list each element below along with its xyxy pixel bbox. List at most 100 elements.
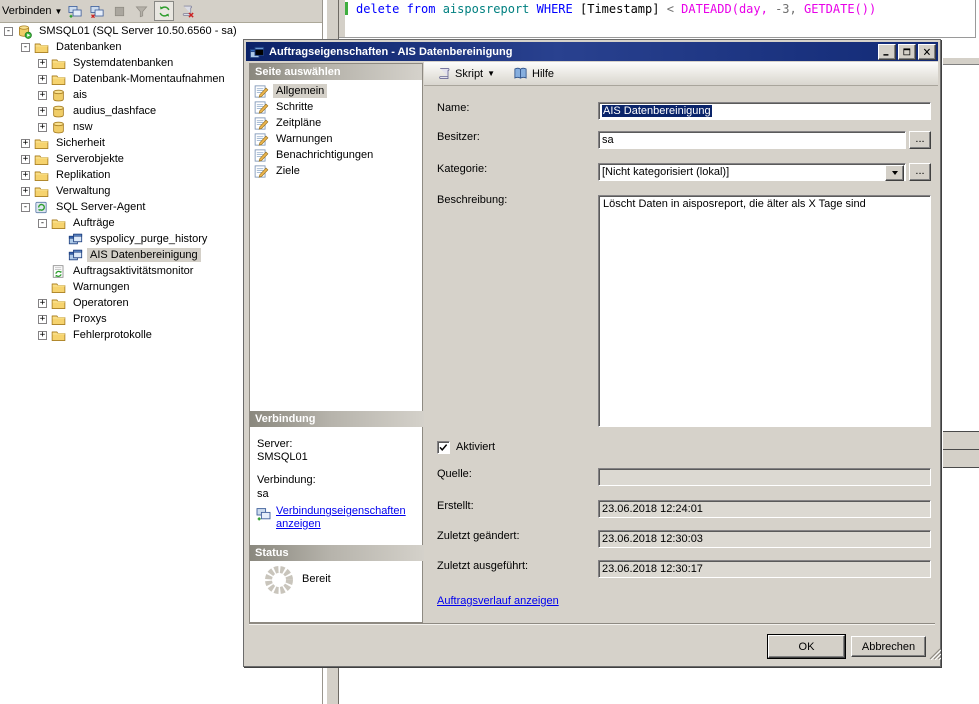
sql-token: [Timestamp] xyxy=(573,2,660,16)
folder-icon xyxy=(51,296,66,311)
expand-icon[interactable]: + xyxy=(38,123,47,132)
status-text: Bereit xyxy=(302,573,331,585)
expand-icon[interactable]: + xyxy=(38,91,47,100)
page-select-item[interactable]: Warnungen xyxy=(250,131,422,147)
page-select-item[interactable]: Benachrichtigungen xyxy=(250,147,422,163)
page-select-header: Seite auswählen xyxy=(250,64,422,80)
cancel-button[interactable]: Abbrechen xyxy=(851,636,926,657)
page-select-item[interactable]: Allgemein xyxy=(250,83,422,99)
page-select-label: Allgemein xyxy=(273,84,327,98)
filter-icon[interactable] xyxy=(132,2,150,20)
general-page-content: Name: AIS Datenbereinigung Besitzer: sa … xyxy=(424,86,938,623)
expand-icon[interactable]: + xyxy=(38,299,47,308)
category-browse-button[interactable]: ... xyxy=(909,163,931,181)
db-icon xyxy=(51,120,66,135)
sql-line[interactable]: delete from aisposreport WHERE [Timestam… xyxy=(356,2,876,16)
owner-field[interactable]: sa xyxy=(598,131,906,149)
page-select-label: Ziele xyxy=(273,164,303,178)
connect-label: Verbinden xyxy=(2,5,52,17)
maximize-button[interactable] xyxy=(898,44,916,60)
disconnect-server-icon[interactable] xyxy=(88,2,106,20)
folder-icon xyxy=(34,152,49,167)
tree-item[interactable]: -SMSQL01 (SQL Server 10.50.6560 - sa) xyxy=(0,23,321,39)
expand-icon[interactable]: + xyxy=(38,315,47,324)
category-combobox[interactable]: [Nicht kategorisiert (lokal)] xyxy=(598,163,906,181)
collapse-icon[interactable]: - xyxy=(38,219,47,228)
connect-dropdown-button[interactable]: Verbinden ▼ xyxy=(0,1,66,21)
help-button[interactable]: Hilfe xyxy=(509,64,558,84)
source-label: Quelle: xyxy=(437,468,472,480)
dialog-title: Auftragseigenschaften - AIS Datenbereini… xyxy=(269,46,512,58)
connect-server-icon[interactable] xyxy=(66,2,84,20)
scroll-icon xyxy=(436,66,451,81)
expand-icon[interactable]: + xyxy=(38,331,47,340)
expand-icon[interactable]: + xyxy=(38,59,47,68)
page-select-label: Benachrichtigungen xyxy=(273,148,376,162)
page-icon xyxy=(254,132,269,147)
monitor-icon xyxy=(51,264,66,279)
collapse-icon[interactable]: - xyxy=(21,203,30,212)
connection-value: sa xyxy=(257,488,269,500)
minimize-button[interactable] xyxy=(878,44,896,60)
dialog-titlebar[interactable]: Auftragseigenschaften - AIS Datenbereini… xyxy=(246,42,938,61)
close-button[interactable] xyxy=(918,44,936,60)
expand-icon[interactable]: + xyxy=(38,75,47,84)
folder-icon xyxy=(51,216,66,231)
page-select-items: AllgemeinSchritteZeitpläneWarnungenBenac… xyxy=(250,80,422,179)
page-select-pane: Seite auswählen AllgemeinSchritteZeitplä… xyxy=(249,63,423,623)
page-icon xyxy=(254,116,269,131)
connection-properties-link[interactable]: Verbindungseigenschaften anzeigen xyxy=(276,505,418,531)
stop-icon[interactable] xyxy=(110,2,128,20)
collapse-icon[interactable]: - xyxy=(4,27,13,36)
background-panel-edge xyxy=(943,58,979,65)
job-icon xyxy=(68,248,83,263)
tree-item-label: SQL Server-Agent xyxy=(53,200,148,214)
sql-token: delete from xyxy=(356,2,435,16)
expand-icon[interactable]: + xyxy=(21,155,30,164)
tree-item-label: Auftragsaktivitätsmonitor xyxy=(70,264,196,278)
page-select-item[interactable]: Ziele xyxy=(250,163,422,179)
modified-field: 23.06.2018 12:30:03 xyxy=(598,530,931,548)
progress-ring-icon xyxy=(263,564,295,596)
created-label: Erstellt: xyxy=(437,500,474,512)
refresh-icon[interactable] xyxy=(154,1,174,21)
expand-icon[interactable]: + xyxy=(21,187,30,196)
editor-divider xyxy=(339,37,975,38)
description-textarea[interactable]: Löscht Daten in aisposreport, die älter … xyxy=(598,195,931,427)
ssms-screen: Verbinden ▼ -SMSQL01 (SQL Server 10.50.6… xyxy=(0,0,979,704)
tree-item-label: syspolicy_purge_history xyxy=(87,232,210,246)
db-icon xyxy=(51,104,66,119)
enabled-label: Aktiviert xyxy=(456,441,495,453)
tree-item-label: Proxys xyxy=(70,312,110,326)
script-error-icon[interactable] xyxy=(178,2,196,20)
chevron-down-icon: ▼ xyxy=(487,69,495,78)
owner-browse-button[interactable]: ... xyxy=(909,131,931,149)
page-icon xyxy=(254,148,269,163)
folder-icon xyxy=(34,136,49,151)
enabled-checkbox[interactable] xyxy=(437,441,450,454)
resize-grip[interactable] xyxy=(929,648,941,660)
page-select-item[interactable]: Schritte xyxy=(250,99,422,115)
job-history-link[interactable]: Auftragsverlauf anzeigen xyxy=(437,595,559,607)
collapse-icon[interactable]: - xyxy=(21,43,30,52)
tree-item-label: Aufträge xyxy=(70,216,118,230)
page-select-item[interactable]: Zeitpläne xyxy=(250,115,422,131)
executed-field: 23.06.2018 12:30:17 xyxy=(598,560,931,578)
expand-icon[interactable]: + xyxy=(21,171,30,180)
status-header: Status xyxy=(250,545,427,561)
ok-button[interactable]: OK xyxy=(768,635,845,658)
folder-icon xyxy=(51,72,66,87)
expand-icon[interactable]: + xyxy=(21,139,30,148)
chevron-down-icon: ▼ xyxy=(55,7,63,16)
sql-token: WHERE xyxy=(529,2,572,16)
name-field[interactable]: AIS Datenbereinigung xyxy=(598,102,931,120)
server-label: Server: xyxy=(257,438,292,450)
combo-dropdown-button[interactable] xyxy=(885,165,904,181)
modified-label: Zuletzt geändert: xyxy=(437,530,520,542)
tree-item-label: Warnungen xyxy=(70,280,132,294)
script-button[interactable]: Skript ▼ xyxy=(432,64,499,84)
connection-properties-icon xyxy=(256,506,272,522)
editor-right-edge xyxy=(975,0,976,38)
oe-toolbar-icons xyxy=(66,1,200,21)
expand-icon[interactable]: + xyxy=(38,107,47,116)
